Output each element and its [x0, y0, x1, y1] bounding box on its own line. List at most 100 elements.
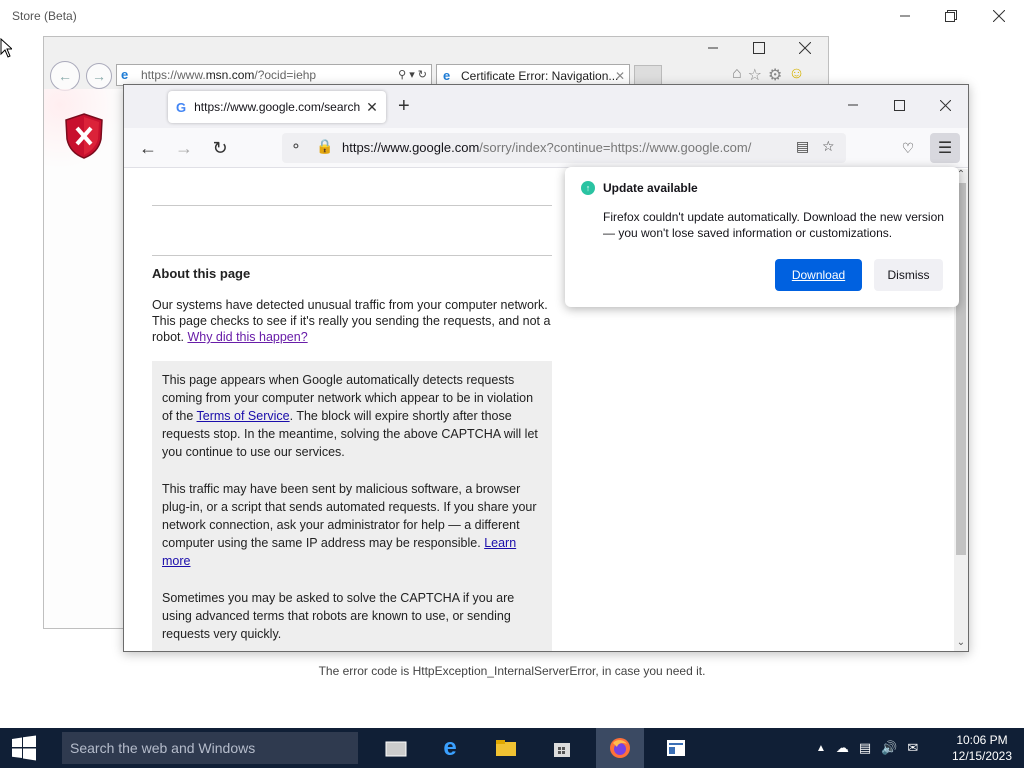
arrow-left-icon: ← — [58, 68, 72, 84]
ie-close-button[interactable] — [782, 37, 828, 59]
ie-address-prefix: https://www. — [141, 68, 206, 82]
back-button[interactable]: ← — [136, 136, 160, 160]
ie-logo-icon: e — [121, 67, 129, 82]
firefox-maximize-button[interactable] — [876, 89, 922, 121]
ie-minimize-button[interactable] — [690, 37, 736, 59]
new-tab-button[interactable]: + — [398, 95, 410, 118]
taskbar-clock[interactable]: 10:06 PM 12/15/2023 — [944, 732, 1020, 764]
popup-title: Update available — [603, 181, 698, 195]
ie-logo-icon: e — [443, 68, 451, 83]
ie-maximize-button[interactable] — [736, 37, 782, 59]
mouse-cursor-icon — [0, 38, 12, 58]
taskbar-file-explorer-button[interactable] — [482, 728, 530, 768]
divider — [152, 255, 552, 256]
url-bar[interactable]: ⚬ 🔒 https://www.google.com/sorry/index?c… — [282, 133, 846, 163]
onedrive-cloud-icon[interactable]: ☁ — [836, 740, 849, 756]
info-box: This page appears when Google automatica… — [152, 361, 552, 651]
ie-forward-button[interactable]: → — [86, 63, 112, 89]
store-minimize-button[interactable] — [882, 0, 928, 32]
scroll-down-icon[interactable]: ⌄ — [954, 637, 968, 651]
ie-address-domain: msn.com — [205, 68, 255, 82]
store-title-bar: Store (Beta) — [0, 0, 1024, 32]
gear-icon[interactable]: ⚙ — [768, 65, 782, 85]
forward-button[interactable]: → — [172, 136, 196, 160]
ie-toolbar-icons: ⌂ ☆ ⚙ ☺ — [732, 65, 805, 85]
update-arrow-icon: ↑ — [581, 181, 595, 195]
info-paragraph-1: This page appears when Google automatica… — [162, 371, 542, 461]
reload-button[interactable]: ↻ — [208, 136, 232, 160]
url-text: https://www.google.com/sorry/index?conti… — [342, 140, 784, 155]
app-window-icon — [667, 740, 685, 756]
action-center-icon[interactable]: ✉ — [907, 740, 918, 756]
close-icon — [939, 99, 951, 111]
reader-view-icon[interactable]: ▤ — [796, 138, 809, 155]
arrow-right-icon: → — [175, 137, 193, 158]
store-window-title: Store (Beta) — [12, 9, 77, 23]
dropdown-icon[interactable]: ▾ — [409, 69, 415, 81]
taskbar-ie-button[interactable]: e — [426, 728, 474, 768]
ie-logo-icon: e — [443, 734, 457, 761]
store-bag-icon — [554, 743, 570, 757]
firefox-tab-title: https://www.google.com/search — [194, 100, 361, 114]
search-icon[interactable]: ⚲ — [398, 69, 406, 81]
start-button[interactable] — [0, 728, 48, 768]
taskbar-store-button[interactable] — [538, 728, 586, 768]
maximize-icon — [893, 99, 905, 111]
folder-icon — [496, 740, 516, 756]
windows-logo-icon — [12, 735, 36, 761]
close-icon[interactable]: ✕ — [366, 99, 378, 116]
minimize-icon — [900, 15, 910, 17]
about-paragraph: Our systems have detected unusual traffi… — [152, 297, 552, 345]
divider — [152, 205, 552, 206]
ie-address-bar[interactable]: e https://www.msn.com/?ocid=iehp ⚲ ▾ ↻ — [116, 64, 432, 86]
taskbar: Search the web and Windows e ▲ ☁ ▤ 🔊 ✉ 1… — [0, 728, 1024, 768]
arrow-left-icon: ← — [139, 137, 157, 158]
smiley-icon[interactable]: ☺ — [788, 65, 804, 85]
ie-address-suffix: /?ocid=iehp — [254, 68, 317, 82]
ie-address-tools[interactable]: ⚲ ▾ ↻ — [398, 65, 427, 85]
app-menu-button[interactable]: ☰ — [930, 133, 960, 163]
taskbar-firefox-button[interactable] — [596, 728, 644, 768]
clock-time: 10:06 PM — [956, 733, 1008, 747]
favorites-star-icon[interactable]: ☆ — [748, 65, 762, 85]
volume-icon[interactable]: 🔊 — [881, 740, 897, 756]
close-icon — [799, 42, 811, 54]
firefox-close-button[interactable] — [922, 89, 968, 121]
lock-icon[interactable]: 🔒 — [316, 138, 333, 155]
system-tray: ▲ ☁ ▤ 🔊 ✉ — [816, 728, 918, 768]
url-domain: https://www.google.com — [342, 140, 480, 155]
firefox-tab[interactable]: G https://www.google.com/search ✕ — [168, 91, 386, 123]
reload-icon: ↻ — [212, 137, 228, 158]
home-icon[interactable]: ⌂ — [732, 65, 742, 85]
taskbar-app-button[interactable] — [652, 728, 700, 768]
task-view-button[interactable] — [372, 728, 420, 768]
info-paragraph-2: This traffic may have been sent by malic… — [162, 480, 542, 570]
update-available-popup: ↑ Update available Firefox couldn't upda… — [565, 167, 959, 307]
refresh-icon[interactable]: ↻ — [418, 69, 427, 81]
why-link[interactable]: Why did this happen? — [187, 330, 307, 344]
network-icon[interactable]: ▤ — [859, 740, 871, 756]
minimize-icon — [708, 47, 718, 49]
minimize-icon — [848, 104, 858, 106]
shield-error-icon — [65, 113, 103, 159]
show-hidden-icons-icon[interactable]: ▲ — [816, 743, 826, 754]
tracking-shield-icon[interactable]: ⚬ — [290, 138, 302, 155]
firefox-minimize-button[interactable] — [830, 89, 876, 121]
clock-date: 12/15/2023 — [951, 749, 1013, 763]
download-button[interactable]: Download — [775, 259, 862, 291]
task-view-icon — [385, 741, 407, 757]
ie-tab-title: Certificate Error: Navigation... — [461, 69, 619, 83]
close-icon — [993, 10, 1005, 22]
ie-back-button[interactable]: ← — [50, 61, 80, 91]
store-restore-button[interactable] — [928, 0, 974, 32]
bookmark-star-icon[interactable]: ☆ — [822, 138, 835, 155]
store-close-button[interactable] — [976, 0, 1022, 32]
terms-of-service-link[interactable]: Terms of Service — [197, 409, 290, 423]
url-path: /sorry/index?continue=https://www.google… — [479, 140, 752, 155]
dismiss-button[interactable]: Dismiss — [874, 259, 943, 291]
about-heading: About this page — [152, 266, 251, 281]
info-paragraph-3: Sometimes you may be asked to solve the … — [162, 591, 515, 641]
pocket-button[interactable]: ♡ — [896, 136, 920, 160]
taskbar-search-box[interactable]: Search the web and Windows — [62, 732, 358, 764]
hamburger-menu-icon: ☰ — [937, 140, 953, 157]
